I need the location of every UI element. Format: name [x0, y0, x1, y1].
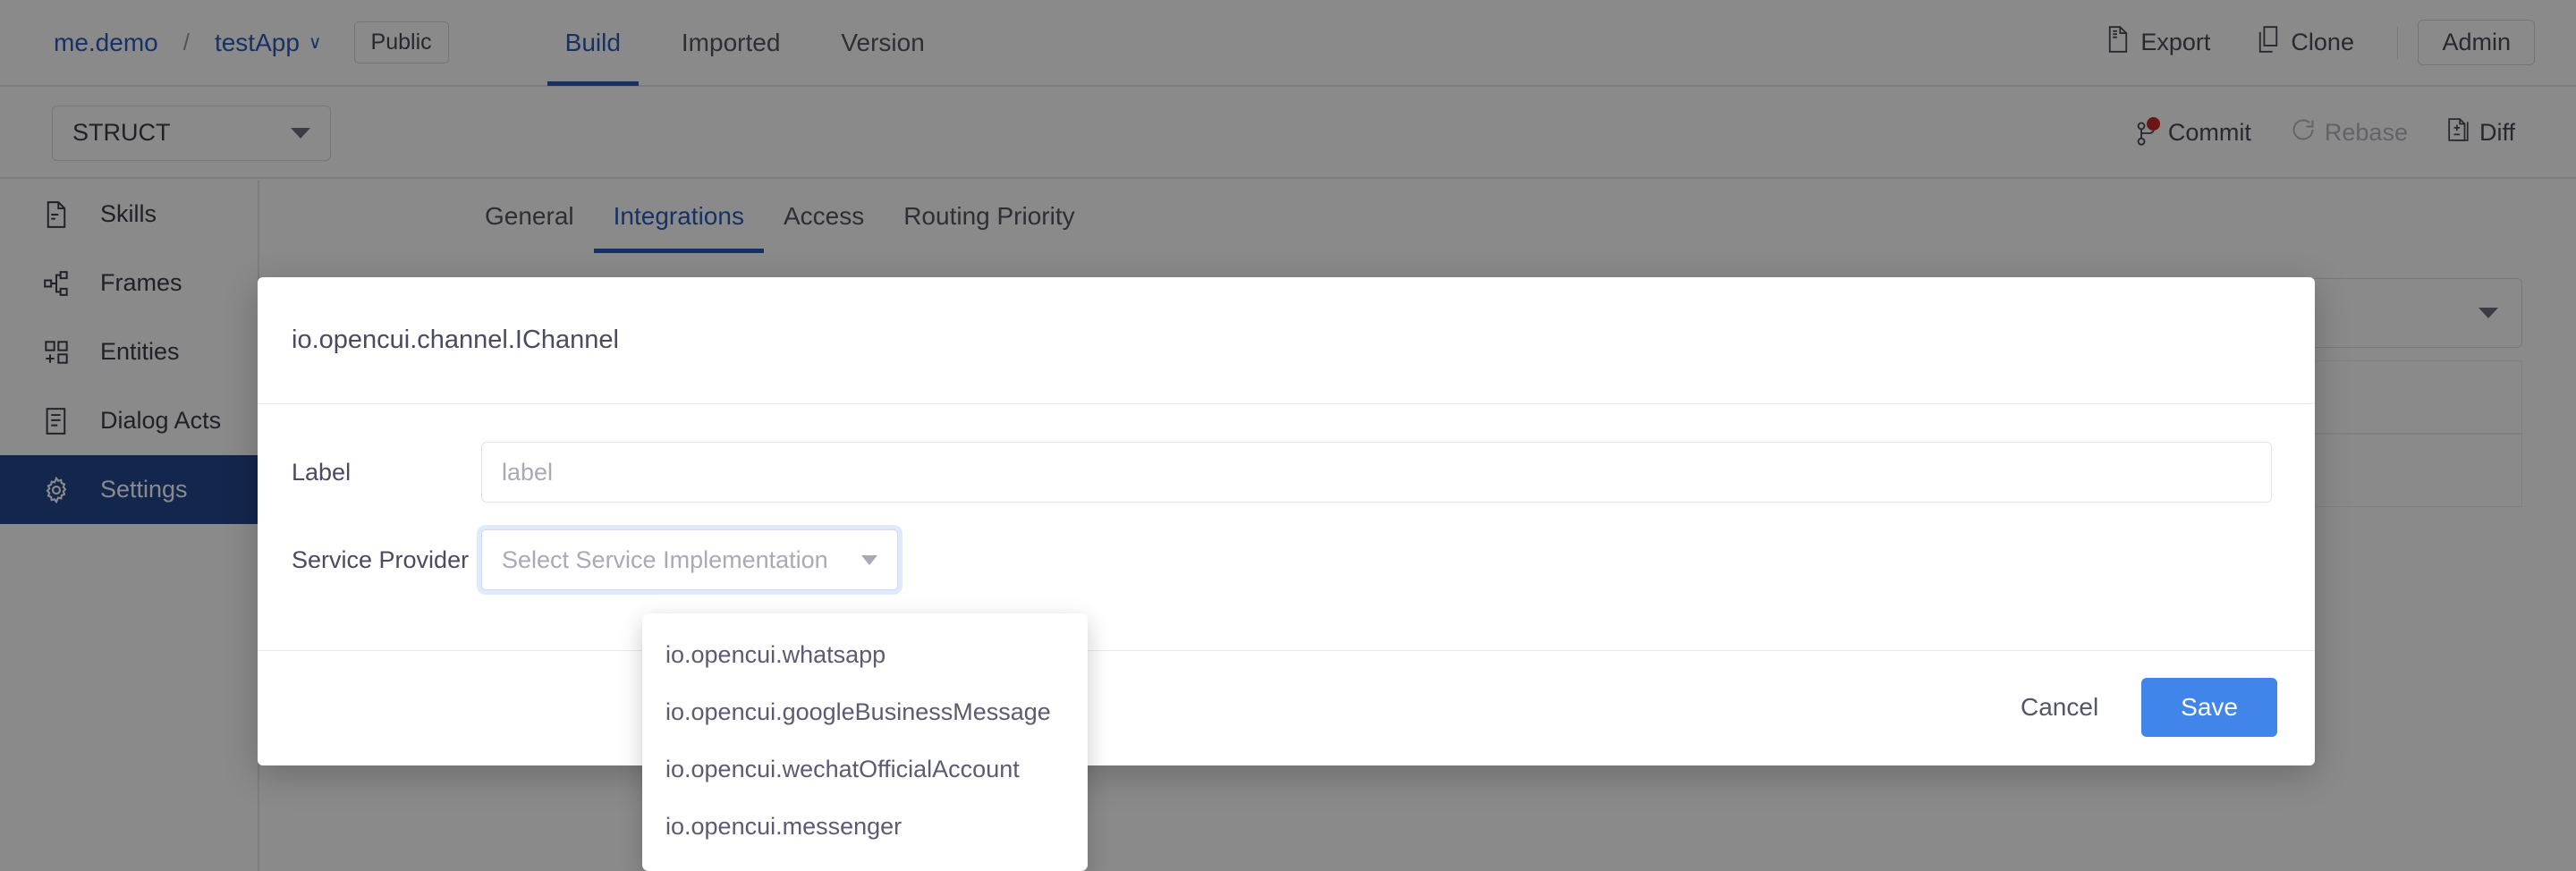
modal-title: io.opencui.channel.IChannel [292, 326, 619, 355]
dropdown-option-wechat-official-account[interactable]: io.opencui.wechatOfficialAccount [642, 740, 1088, 798]
dropdown-option-messenger[interactable]: io.opencui.messenger [642, 798, 1088, 855]
modal-body: Label Service Provider Select Service Im… [258, 404, 2315, 650]
dropdown-option-label: io.opencui.googleBusinessMessage [665, 698, 1051, 726]
cancel-button[interactable]: Cancel [1994, 679, 2125, 736]
dropdown-option-label: io.opencui.messenger [665, 813, 902, 841]
modal-footer: Cancel Save [258, 650, 2315, 764]
label-input[interactable] [481, 442, 2272, 503]
modal-title-bar: io.opencui.channel.IChannel [258, 277, 2315, 404]
chevron-down-icon [861, 555, 877, 565]
service-provider-field-row: Service Provider Select Service Implemen… [292, 529, 2272, 590]
label-field-label: Label [292, 459, 481, 486]
dropdown-option-whatsapp[interactable]: io.opencui.whatsapp [642, 626, 1088, 683]
service-provider-select[interactable]: Select Service Implementation [481, 529, 898, 590]
service-provider-dropdown: io.opencui.whatsapp io.opencui.googleBus… [642, 613, 1088, 871]
save-button[interactable]: Save [2141, 678, 2277, 737]
dropdown-option-label: io.opencui.whatsapp [665, 641, 886, 669]
service-provider-field-label: Service Provider [292, 546, 481, 574]
dropdown-option-label: io.opencui.wechatOfficialAccount [665, 756, 1020, 783]
channel-config-modal: io.opencui.channel.IChannel Label Servic… [258, 277, 2315, 765]
label-field-row: Label [292, 442, 2272, 503]
service-provider-select-placeholder: Select Service Implementation [502, 546, 828, 574]
dropdown-option-google-business-message[interactable]: io.opencui.googleBusinessMessage [642, 683, 1088, 740]
